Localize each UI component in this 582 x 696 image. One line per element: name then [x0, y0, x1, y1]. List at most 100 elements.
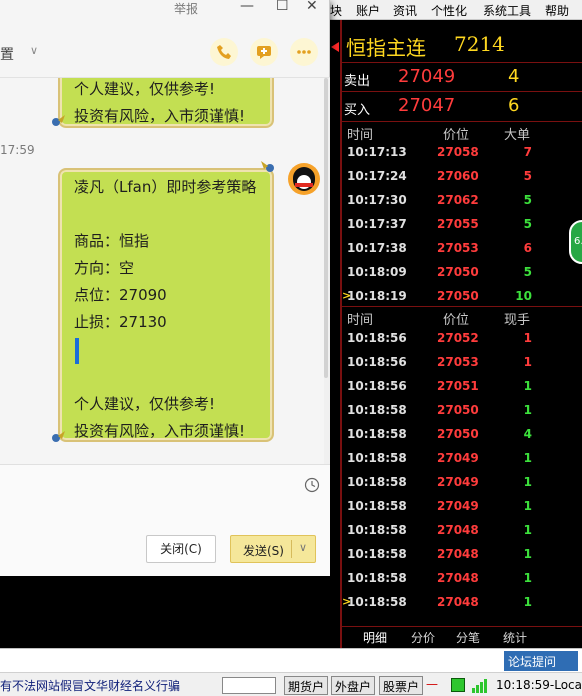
- report-link[interactable]: 举报: [174, 0, 198, 17]
- forum-question-label: 论坛提问: [508, 655, 557, 669]
- tab-statistics[interactable]: 统计: [503, 629, 527, 646]
- close-icon[interactable]: ✕: [306, 0, 318, 14]
- row-time: 10:18:56: [347, 331, 407, 345]
- menu-item-account[interactable]: 账户: [356, 2, 380, 19]
- message-bubble: 凌凡（Lfan）即时参考策略 商品：恒指 方向：空 点位：27090 止损：27…: [58, 168, 274, 442]
- avatar[interactable]: [288, 163, 320, 195]
- row-price: 27051: [437, 379, 479, 393]
- table-row: 10:17:13 27058 7: [342, 140, 582, 164]
- row-volume: 1: [523, 547, 532, 561]
- message-line: 投资有风险，入市须谨慎!: [74, 107, 246, 125]
- row-price: 27050: [437, 403, 479, 417]
- foreign-account-button[interactable]: 外盘户: [331, 676, 376, 695]
- maximize-icon[interactable]: ☐: [276, 0, 289, 14]
- row-volume: 4: [523, 427, 532, 441]
- table-row: 10:18:58 27048 1: [342, 566, 582, 590]
- phone-call-button[interactable]: [210, 38, 238, 66]
- send-label: 发送(S): [243, 544, 284, 558]
- chat-header: 置 ∨: [0, 22, 330, 78]
- more-options-button[interactable]: [290, 38, 318, 66]
- leaf-decoration-icon: [52, 115, 65, 126]
- quote-title-bar: 恒指主连 7214: [330, 30, 582, 62]
- minimize-icon[interactable]: —: [240, 0, 254, 14]
- chevron-down-icon[interactable]: ∨: [30, 44, 38, 57]
- tab-price-distribution[interactable]: 分价: [411, 629, 435, 646]
- message-timestamp: 17:59: [0, 143, 35, 157]
- menu-item-personalize[interactable]: 个性化: [431, 2, 467, 19]
- table-row: 10:18:58 27050 4: [342, 422, 582, 446]
- message-line: 个人建议，仅供参考!: [74, 395, 216, 413]
- message-scrollbar[interactable]: [324, 78, 330, 464]
- row-price: 27050: [437, 289, 479, 303]
- stock-account-button[interactable]: 股票户: [379, 676, 424, 695]
- qq-chat-window: 举报 — ☐ ✕ 置 ∨ 个人建议，仅供参考! 投资有风险，入市须谨慎! 17:…: [0, 0, 330, 576]
- table-row: >10:18:19 27050 10: [342, 284, 582, 308]
- phone-icon: [217, 45, 231, 59]
- row-price: 27049: [437, 499, 479, 513]
- signal-strength-icon: [472, 679, 488, 693]
- clock-icon[interactable]: [304, 477, 320, 493]
- close-button[interactable]: 关闭(C): [146, 535, 216, 563]
- ask-price: 27049: [398, 66, 456, 87]
- row-volume: 1: [523, 499, 532, 513]
- row-price: 27052: [437, 331, 479, 345]
- menu-item-system-tools[interactable]: 系统工具: [483, 2, 531, 19]
- table-row: 10:18:09 27050 5: [342, 260, 582, 284]
- table-row: 10:18:56 27053 1: [342, 350, 582, 374]
- table-row: 10:17:24 27060 5: [342, 164, 582, 188]
- row-time: 10:17:30: [347, 193, 407, 207]
- table-row: 10:18:58 27048 1: [342, 518, 582, 542]
- chat-title-bar: 举报 — ☐ ✕: [0, 0, 330, 20]
- futures-account-button[interactable]: 期货户: [284, 676, 329, 695]
- row-time: 10:17:37: [347, 217, 407, 231]
- quick-code-input[interactable]: [222, 677, 276, 694]
- row-price: 27048: [437, 523, 479, 537]
- row-volume: 5: [523, 265, 532, 279]
- row-time: 10:18:58: [347, 403, 407, 417]
- scroll-thumb[interactable]: [324, 78, 328, 378]
- local-clock: 10:18:59-Local: [496, 678, 582, 692]
- row-price: 27055: [437, 217, 479, 231]
- table-row: 10:18:56 27051 1: [342, 374, 582, 398]
- row-price: 27053: [437, 355, 479, 369]
- row-price: 27048: [437, 595, 479, 609]
- tab-trades[interactable]: 分笔: [456, 629, 480, 646]
- message-line: 方向：空: [74, 259, 135, 277]
- row-volume: 6: [523, 241, 532, 255]
- chat-bubble-icon: [257, 46, 271, 59]
- row-volume: 1: [523, 451, 532, 465]
- row-volume: 1: [523, 379, 532, 393]
- connection-status-icon: [451, 678, 465, 692]
- row-time: 10:18:58: [347, 475, 407, 489]
- row-volume: 5: [523, 169, 532, 183]
- message-input-area[interactable]: 关闭(C) 发送(S) ∨: [0, 464, 330, 576]
- row-time: 10:17:38: [347, 241, 407, 255]
- table-row: >10:18:58 27048 1: [342, 590, 582, 614]
- message-line: 点位：27090: [74, 286, 167, 304]
- send-button[interactable]: 发送(S) ∨: [230, 535, 316, 563]
- settings-menu[interactable]: 置: [0, 44, 14, 64]
- message-button[interactable]: [250, 38, 278, 66]
- row-time: 10:18:09: [347, 265, 407, 279]
- row-volume: 1: [523, 475, 532, 489]
- row-volume: 1: [523, 595, 532, 609]
- floating-badge[interactable]: 6.: [569, 220, 582, 264]
- menu-item-help[interactable]: 帮助: [545, 2, 569, 19]
- row-volume: 1: [523, 523, 532, 537]
- strategy-header: 凌凡（Lfan）即时参考策略: [74, 178, 257, 196]
- chevron-down-icon[interactable]: ∨: [299, 541, 307, 554]
- menu-item-news[interactable]: 资讯: [393, 2, 417, 19]
- menu-item-block[interactable]: 块: [330, 2, 342, 19]
- tab-detail[interactable]: 明细: [363, 629, 387, 646]
- ticks-header: 时间 价位 现手: [342, 306, 582, 328]
- row-time: 10:18:58: [347, 499, 407, 513]
- row-volume: 5: [523, 193, 532, 207]
- detail-tabs: 明细 分价 分笔 统计: [342, 626, 582, 646]
- row-volume: 1: [523, 331, 532, 345]
- fraud-notice[interactable]: 有不法网站假冒文华财经名义行骗: [0, 677, 180, 694]
- row-volume: 7: [523, 145, 532, 159]
- row-price: 27049: [437, 451, 479, 465]
- row-time: 10:18:19: [347, 289, 407, 303]
- row-time: 10:18:56: [347, 379, 407, 393]
- forum-question-button[interactable]: 论坛提问: [504, 651, 578, 671]
